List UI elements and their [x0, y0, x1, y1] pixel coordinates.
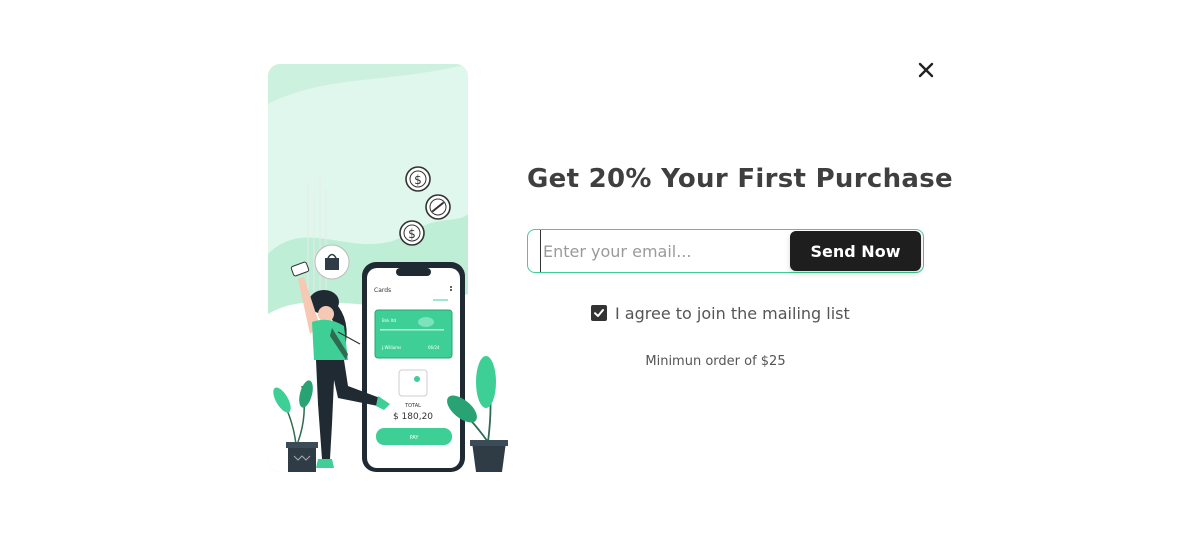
total-amount: $ 180,20	[393, 412, 433, 422]
send-now-button[interactable]: Send Now	[790, 231, 921, 271]
mailing-list-consent: I agree to join the mailing list	[591, 302, 850, 324]
check-icon	[594, 309, 604, 317]
close-icon	[918, 62, 934, 78]
total-label: TOTAL	[404, 403, 421, 409]
minimum-order-note: Minimun order of $25	[645, 354, 786, 369]
link-coin-icon	[425, 194, 451, 220]
close-button[interactable]	[914, 58, 938, 82]
agree-checkbox[interactable]	[591, 305, 607, 321]
agree-label: I agree to join the mailing list	[615, 303, 850, 323]
shopping-illustration: $ $ Cards Bnk ltd J.Williams 06/24 TOTAL…	[268, 64, 518, 472]
phone-app-title: Cards	[374, 287, 391, 294]
card-holder-text: J.Williams	[381, 345, 401, 350]
popup-headline: Get 20% Your First Purchase	[527, 164, 953, 194]
email-input[interactable]	[540, 230, 788, 272]
dollar-coin-icon: $	[405, 166, 431, 192]
shopping-bag-icon	[314, 244, 350, 280]
dollar-coin-icon: $	[399, 220, 425, 246]
subscribe-popup: $ $ Cards Bnk ltd J.Williams 06/24 TOTAL…	[0, 0, 1200, 536]
svg-text:$: $	[408, 227, 416, 241]
card-bank-text: Bnk ltd	[382, 318, 397, 323]
email-form: Send Now	[527, 229, 924, 273]
svg-text:$: $	[414, 173, 422, 187]
phone-pay-label: PAY	[410, 435, 420, 441]
card-expiry-text: 06/24	[428, 345, 440, 350]
